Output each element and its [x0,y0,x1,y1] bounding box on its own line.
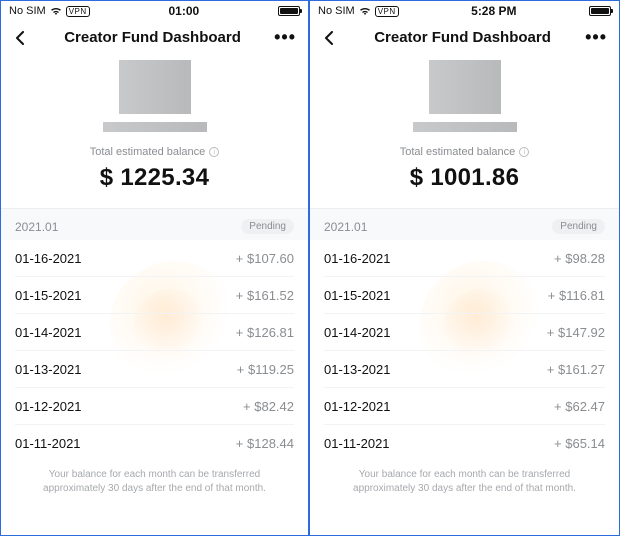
transaction-list: 01-16-2021 + $107.60 01-15-2021 + $161.5… [1,240,308,462]
footnote: Your balance for each month can be trans… [1,462,308,499]
vpn-badge: VPN [66,6,90,17]
transaction-date: 01-14-2021 [324,325,391,340]
status-bar: No SIM VPN 5:28 PM [310,1,619,19]
transaction-amount: + $128.44 [236,436,294,451]
status-bar: No SIM VPN 01:00 [1,1,308,19]
transaction-amount: + $98.28 [554,251,605,266]
transaction-list: 01-16-2021 + $98.28 01-15-2021 + $116.81… [310,240,619,462]
transaction-amount: + $107.60 [236,251,294,266]
phone-screen-left: No SIM VPN 01:00 Creator Fund Dashboard … [1,1,310,535]
transaction-date: 01-16-2021 [15,251,82,266]
transaction-row[interactable]: 01-13-2021 + $161.27 [324,351,605,388]
status-time: 01:00 [168,4,199,18]
transaction-amount: + $161.27 [547,362,605,377]
vpn-badge: VPN [375,6,399,17]
transaction-row[interactable]: 01-12-2021 + $62.47 [324,388,605,425]
month-label: 2021.01 [324,220,367,234]
back-icon[interactable] [320,28,340,48]
transaction-amount: + $119.25 [237,362,294,377]
transaction-row[interactable]: 01-15-2021 + $116.81 [324,277,605,314]
battery-icon [278,6,300,16]
transaction-row[interactable]: 01-13-2021 + $119.25 [15,351,294,388]
transaction-date: 01-16-2021 [324,251,391,266]
status-time: 5:28 PM [471,4,516,18]
info-icon[interactable]: i [519,147,529,157]
status-right [589,6,611,16]
balance-amount: $ 1001.86 [410,164,519,192]
transaction-date: 01-15-2021 [324,288,391,303]
screens-container: No SIM VPN 01:00 Creator Fund Dashboard … [0,0,620,536]
balance-label: Total estimated balance i [400,146,530,158]
transaction-row[interactable]: 01-16-2021 + $98.28 [324,240,605,277]
nav-bar: Creator Fund Dashboard ••• [310,19,619,54]
balance-section: Total estimated balance i $ 1001.86 [310,54,619,204]
transaction-date: 01-13-2021 [15,362,82,377]
transaction-date: 01-15-2021 [15,288,82,303]
placeholder-graphic [119,60,191,114]
transaction-row[interactable]: 01-12-2021 + $82.42 [15,388,294,425]
transaction-row[interactable]: 01-11-2021 + $128.44 [15,425,294,462]
transaction-date: 01-11-2021 [15,436,81,451]
footnote: Your balance for each month can be trans… [310,462,619,499]
transaction-row[interactable]: 01-14-2021 + $147.92 [324,314,605,351]
transaction-row[interactable]: 01-14-2021 + $126.81 [15,314,294,351]
transaction-date: 01-12-2021 [324,399,391,414]
month-label: 2021.01 [15,220,58,234]
phone-screen-right: No SIM VPN 5:28 PM Creator Fund Dashboar… [310,1,619,535]
back-icon[interactable] [11,28,31,48]
balance-label: Total estimated balance i [90,146,220,158]
transaction-amount: + $65.14 [554,436,605,451]
wifi-icon [359,6,371,16]
transaction-amount: + $147.92 [547,325,605,340]
transaction-date: 01-12-2021 [15,399,82,414]
transaction-date: 01-13-2021 [324,362,391,377]
transaction-row[interactable]: 01-11-2021 + $65.14 [324,425,605,462]
page-title: Creator Fund Dashboard [374,29,551,46]
transaction-amount: + $126.81 [236,325,294,340]
month-section-header: 2021.01 Pending [310,209,619,240]
more-icon[interactable]: ••• [585,27,607,48]
transaction-row[interactable]: 01-16-2021 + $107.60 [15,240,294,277]
transaction-date: 01-14-2021 [15,325,82,340]
transaction-amount: + $116.81 [548,288,605,303]
balance-label-text: Total estimated balance [400,146,516,158]
transaction-amount: + $62.47 [554,399,605,414]
transaction-row[interactable]: 01-15-2021 + $161.52 [15,277,294,314]
status-right [278,6,300,16]
balance-section: Total estimated balance i $ 1225.34 [1,54,308,204]
wifi-icon [50,6,62,16]
info-icon[interactable]: i [209,147,219,157]
balance-amount: $ 1225.34 [100,164,209,192]
status-left: No SIM VPN [9,5,90,17]
placeholder-bar [413,122,517,132]
transaction-amount: + $82.42 [243,399,294,414]
transaction-date: 01-11-2021 [324,436,390,451]
status-badge: Pending [241,219,294,234]
balance-label-text: Total estimated balance [90,146,206,158]
page-title: Creator Fund Dashboard [64,29,241,46]
carrier-label: No SIM [9,5,46,17]
status-badge: Pending [552,219,605,234]
placeholder-graphic [429,60,501,114]
status-left: No SIM VPN [318,5,399,17]
transaction-amount: + $161.52 [236,288,294,303]
more-icon[interactable]: ••• [274,27,296,48]
battery-icon [589,6,611,16]
nav-bar: Creator Fund Dashboard ••• [1,19,308,54]
month-section-header: 2021.01 Pending [1,209,308,240]
carrier-label: No SIM [318,5,355,17]
placeholder-bar [103,122,207,132]
